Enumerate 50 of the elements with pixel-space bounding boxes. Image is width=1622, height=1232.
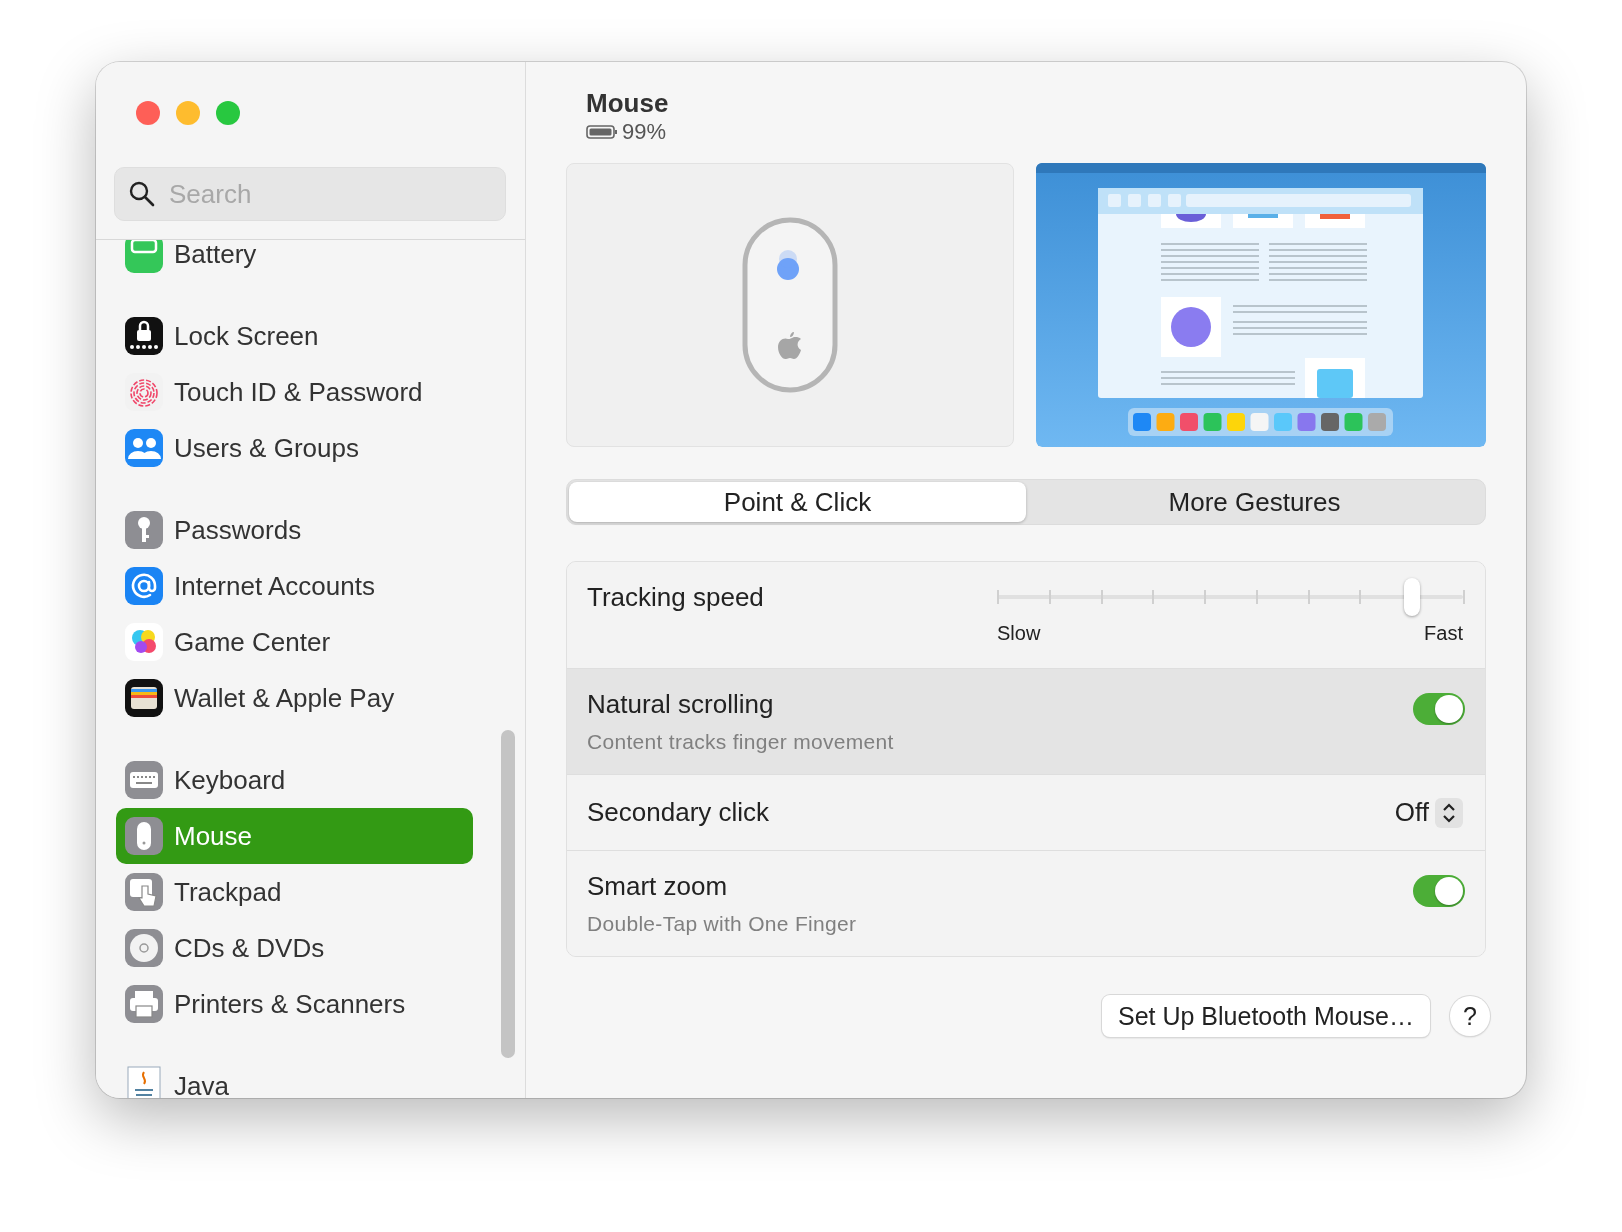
printer-icon (124, 984, 164, 1024)
minimize-button[interactable] (176, 101, 200, 125)
slider-max-label: Fast (1424, 622, 1463, 645)
sidebar-item[interactable]: Users & Groups (116, 420, 473, 476)
sidebar-item[interactable]: Java (116, 1058, 473, 1098)
toggle-switch[interactable] (1413, 693, 1465, 725)
battery-icon (124, 240, 164, 274)
people-icon (124, 428, 164, 468)
setting-description: Content tracks finger movement (587, 730, 894, 754)
sidebar-item[interactable]: Mouse (116, 808, 473, 864)
help-button[interactable]: ? (1450, 996, 1490, 1036)
sidebar-item[interactable]: Printers & Scanners (116, 976, 473, 1032)
setting-label: Tracking speed (587, 582, 764, 613)
zoom-button[interactable] (216, 101, 240, 125)
tab[interactable]: Point & Click (569, 482, 1026, 522)
sidebar-item[interactable]: Battery (116, 240, 473, 282)
battery-icon (586, 124, 618, 140)
set-up-button[interactable]: Set Up Bluetooth Mouse… (1102, 995, 1430, 1037)
sidebar-item[interactable]: Wallet & Apple Pay (116, 670, 473, 726)
device-title: Mouse (586, 88, 670, 119)
tab[interactable]: More Gestures (1026, 482, 1483, 522)
wallet-icon (124, 678, 164, 718)
sidebar-item[interactable]: Keyboard (116, 752, 473, 808)
trackpad-icon (124, 872, 164, 912)
mouse-icon (124, 816, 164, 856)
keyboard-icon (124, 760, 164, 800)
slider-thumb[interactable] (1403, 578, 1420, 616)
sidebar-item[interactable]: Trackpad (116, 864, 473, 920)
search-field[interactable]: Search (114, 167, 506, 221)
scrollbar[interactable] (501, 730, 515, 1058)
slider-track[interactable] (997, 576, 1463, 618)
at-sign-icon (124, 566, 164, 606)
setting-label: Natural scrolling (587, 689, 775, 720)
popup-menu[interactable]: Off (1394, 797, 1463, 828)
lock-icon (124, 316, 164, 356)
close-button[interactable] (136, 101, 160, 125)
setting-description: Double-Tap with One Finger (587, 912, 857, 936)
sidebar-item[interactable]: Internet Accounts (116, 558, 473, 614)
sidebar-item[interactable]: CDs & DVDs (116, 920, 473, 976)
sidebar-item[interactable]: Lock Screen (116, 308, 473, 364)
setting-label: Secondary click (587, 797, 770, 828)
toggle-switch[interactable] (1413, 875, 1465, 907)
slider-min-label: Slow (997, 622, 1041, 645)
key-icon (124, 510, 164, 550)
setting-label: Smart zoom (587, 871, 729, 902)
sidebar-item[interactable]: Game Center (116, 614, 473, 670)
battery-level: 99% (622, 119, 667, 145)
sidebar-item[interactable]: Passwords (116, 502, 473, 558)
sidebar-item[interactable]: Touch ID & Password (116, 364, 473, 420)
bubbles-icon (124, 622, 164, 662)
